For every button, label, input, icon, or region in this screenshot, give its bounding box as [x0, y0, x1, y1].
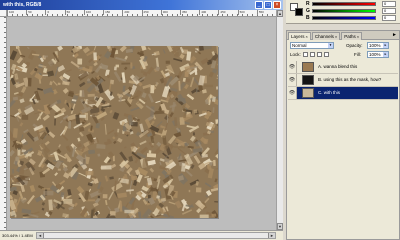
blue-slider-track[interactable]: [312, 16, 376, 20]
red-slider-label: R: [306, 1, 310, 7]
document-title-bar[interactable]: with this, RGB/8 _ □ ×: [0, 0, 283, 10]
tab-channels[interactable]: Channels×: [311, 32, 341, 40]
layer-name: A. wanna blend this: [318, 64, 358, 69]
close-icon[interactable]: ×: [306, 34, 308, 39]
green-slider-label: G: [306, 8, 310, 14]
horizontal-scrollbar[interactable]: ◄ ►: [36, 232, 276, 239]
ruler-number: 150: [103, 10, 122, 15]
scroll-right-icon[interactable]: ►: [268, 233, 275, 238]
ruler-number: 550: [256, 10, 276, 15]
tab-channels-label: Channels: [314, 34, 334, 39]
chevron-right-icon: ►: [383, 43, 388, 48]
vertical-ruler[interactable]: [0, 17, 7, 230]
close-icon[interactable]: ×: [335, 34, 337, 39]
document-title: with this, RGB/8: [3, 2, 42, 8]
layer-name: C. with this: [318, 90, 341, 95]
eye-icon[interactable]: 👁: [288, 74, 297, 86]
layer-thumbnail[interactable]: [302, 75, 314, 85]
vertical-scrollbar[interactable]: ▲ ▼: [276, 10, 283, 230]
wood-texture-image: [10, 46, 218, 218]
layer-row[interactable]: 👁 B. using this as the mask, how?: [288, 74, 398, 87]
red-slider[interactable]: R: [306, 1, 378, 8]
lock-pixels-checkbox[interactable]: [310, 52, 315, 57]
canvas-area[interactable]: [8, 18, 276, 230]
lock-position-checkbox[interactable]: [317, 52, 322, 57]
ruler-number: 50: [64, 10, 84, 15]
status-bar: 303.44% / 1.4EM ◄ ►: [0, 230, 283, 240]
blue-slider-label: B: [306, 15, 310, 21]
chevron-down-icon: ▼: [328, 43, 333, 48]
lock-label: Lock:: [290, 52, 301, 57]
tab-layers-label: Layers: [291, 34, 305, 39]
blend-mode-select[interactable]: Normal ▼: [290, 42, 334, 49]
layer-list: 👁 A. wanna blend this 👁 B. using this as th…: [288, 61, 398, 100]
minimize-button[interactable]: _: [255, 1, 263, 9]
lock-options-row: Lock: Fill: 100% ►: [290, 51, 398, 58]
background-color-swatch[interactable]: [295, 8, 303, 16]
lock-all-checkbox[interactable]: [324, 52, 329, 57]
layer-name: B. using this as the mask, how?: [318, 77, 382, 82]
lock-transparency-checkbox[interactable]: [303, 52, 308, 57]
ruler-number: 450: [218, 10, 237, 15]
ruler-number: 100: [7, 10, 26, 15]
ruler-number: 350: [179, 10, 199, 15]
opacity-label: Opacity:: [346, 43, 363, 48]
scroll-left-icon[interactable]: ◄: [37, 233, 44, 238]
green-slider[interactable]: G: [306, 8, 378, 15]
green-slider-track[interactable]: [312, 9, 376, 13]
ruler-number: 400: [199, 10, 218, 15]
ruler-number: 200: [122, 10, 141, 15]
tab-paths[interactable]: Paths×: [341, 32, 363, 40]
document-window: with this, RGB/8 _ □ × 100 50 0 50 100 150 200…: [0, 0, 283, 240]
window-controls: _ □ ×: [255, 1, 281, 9]
tab-layers[interactable]: Layers×: [288, 32, 311, 40]
layers-panel: Layers× Channels× Paths× ► Normal ▼ Opac…: [286, 30, 400, 240]
close-button[interactable]: ×: [273, 1, 281, 9]
layer-thumbnail[interactable]: [302, 62, 314, 72]
horizontal-ruler[interactable]: 100 50 0 50 100 150 200 250 300 350 400 450 500 550: [7, 10, 276, 17]
ruler-origin[interactable]: [0, 10, 7, 17]
ruler-number: 500: [237, 10, 257, 15]
chevron-right-icon: ►: [383, 52, 388, 57]
panel-tabs: Layers× Channels× Paths× ►: [287, 31, 399, 40]
layer-row[interactable]: 👁 C. with this: [288, 87, 398, 100]
fill-field[interactable]: 100% ►: [367, 51, 389, 58]
maximize-button[interactable]: □: [264, 1, 272, 9]
ruler-number: 100: [83, 10, 103, 15]
green-value-field[interactable]: 0: [382, 8, 396, 14]
close-icon[interactable]: ×: [357, 34, 359, 39]
fill-value: 100%: [369, 52, 381, 57]
blend-options-row: Normal ▼ Opacity: 100% ►: [290, 42, 398, 49]
red-slider-track[interactable]: [312, 2, 376, 6]
eye-icon[interactable]: 👁: [288, 61, 297, 73]
opacity-value: 100%: [369, 43, 381, 48]
ruler-number: 250: [141, 10, 161, 15]
red-value-field[interactable]: 0: [382, 1, 396, 7]
ruler-number: 0: [45, 10, 64, 15]
ruler-number: 300: [160, 10, 180, 15]
opacity-field[interactable]: 100% ►: [367, 42, 389, 49]
layer-row[interactable]: 👁 A. wanna blend this: [288, 61, 398, 74]
tab-paths-label: Paths: [344, 34, 356, 39]
blue-slider[interactable]: B: [306, 15, 378, 22]
document-image[interactable]: [10, 46, 218, 218]
blend-mode-value: Normal: [292, 43, 307, 48]
blue-value-field[interactable]: 0: [382, 15, 396, 21]
panel-menu-icon[interactable]: ►: [392, 32, 397, 38]
fill-label: Fill:: [354, 52, 361, 57]
ruler-number: 50: [26, 10, 45, 15]
color-panel: R G B 0 0 0: [286, 0, 400, 24]
zoom-readout[interactable]: 303.44% / 1.4EM: [2, 233, 33, 238]
ruler-labels: 100 50 0 50 100 150 200 250 300 350 400 450 500 550: [7, 10, 276, 15]
eye-icon[interactable]: 👁: [288, 87, 297, 99]
layer-thumbnail[interactable]: [302, 88, 314, 98]
